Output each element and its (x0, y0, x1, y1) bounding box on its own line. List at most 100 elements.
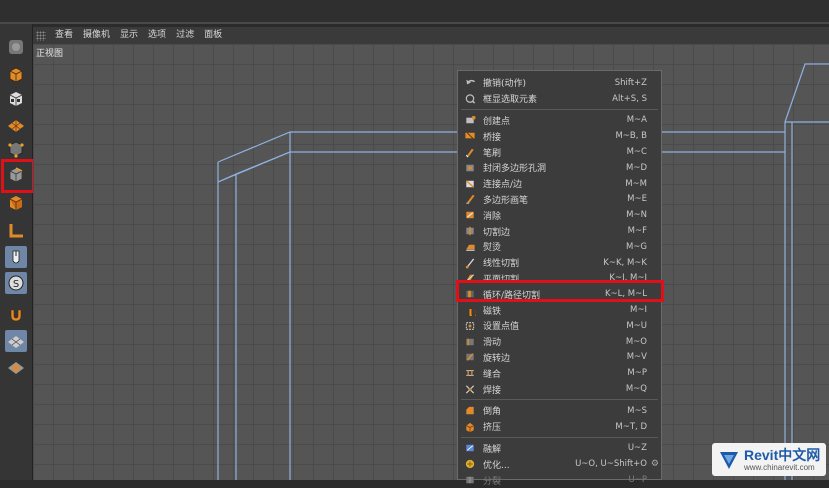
wireframe-model (217, 63, 829, 480)
menu-item-bevel[interactable]: 倒角 M~S (459, 403, 661, 419)
menu-item-label: 缝合 (483, 369, 502, 380)
menu-item-edge-cut[interactable]: 切割边 M~F (459, 223, 661, 239)
iron-icon (463, 240, 477, 253)
menu-item-undo[interactable]: 撤销(动作) Shift+Z (459, 75, 661, 91)
viewport-menu-item[interactable]: 查看 (50, 27, 78, 44)
toolbar-header-icon[interactable] (5, 36, 27, 58)
menu-item-label: 框显选取元素 (483, 95, 538, 106)
polygon-mode-icon[interactable] (5, 192, 27, 214)
menu-item-extrude[interactable]: 挤压 M~T, D (459, 419, 661, 435)
weld-icon (463, 383, 477, 396)
menu-item-shortcut: M~N (626, 210, 647, 221)
menu-item-label: 优化... (483, 460, 510, 471)
menu-item-shortcut: M~D (625, 162, 647, 173)
menu-item-shortcut: M~O (625, 336, 647, 347)
loop-cut-highlight (456, 280, 664, 302)
viewport-menu-item[interactable]: 过滤 (171, 27, 199, 44)
menu-item-optimize[interactable]: 优化... U~O, U~Shift+O ⚙ (459, 456, 661, 472)
menu-item-shortcut: M~Q (625, 384, 647, 395)
viewport[interactable]: 正视图 (33, 44, 829, 480)
menu-item-shortcut: Shift+Z (614, 77, 647, 88)
menu-item-shortcut: M~V (626, 352, 647, 363)
menu-item-shortcut: M~G (625, 241, 647, 252)
connect-icon (463, 177, 477, 190)
menu-item-magnet[interactable]: 磁铁 M~I (459, 302, 661, 318)
menu-item-shortcut: U~Z (627, 443, 647, 454)
menu-separator (461, 399, 658, 400)
viewport-menu-item[interactable]: 面板 (199, 27, 227, 44)
viewport-menu-item[interactable]: 选项 (143, 27, 171, 44)
model-mode-icon[interactable] (5, 64, 27, 86)
menu-item-connect[interactable]: 连接点/边 M~M (459, 176, 661, 192)
menu-item-dissolve[interactable]: 消除 M~N (459, 207, 661, 223)
texture-mode-icon[interactable] (5, 114, 27, 136)
bridge-icon (463, 130, 477, 143)
spin-edge-icon (463, 351, 477, 364)
menu-item-line-cut[interactable]: 线性切割 K~K, M~K (459, 255, 661, 271)
menu-item-shortcut: K~K, M~K (603, 257, 647, 268)
gear-icon[interactable]: ⚙ (651, 459, 659, 469)
magnet-icon (463, 304, 477, 317)
viewport-menu-item[interactable]: 摄像机 (78, 27, 115, 44)
watermark-brand: Revit中文网 (744, 446, 821, 463)
menu-item-label: 多边形画笔 (483, 195, 529, 206)
tweak-mode-icon[interactable] (5, 246, 27, 268)
menu-item-label: 笔刷 (483, 148, 502, 159)
top-strip (0, 0, 829, 23)
menu-item-label: 封闭多边形孔洞 (483, 164, 547, 175)
point-mode-icon[interactable] (5, 138, 27, 160)
menu-item-shortcut: M~A (626, 115, 647, 126)
menu-item-weld[interactable]: 焊接 M~Q (459, 381, 661, 397)
menu-item-brush[interactable]: 笔刷 M~C (459, 144, 661, 160)
menu-separator (461, 108, 658, 110)
object-mode-icon[interactable] (5, 88, 27, 110)
undo-icon (463, 76, 477, 89)
snap-icon[interactable]: S (5, 272, 27, 294)
menu-item-bridge[interactable]: 桥接 M~B, B (459, 128, 661, 144)
menu-item-label: 倒角 (483, 407, 502, 418)
set-point-value-icon (463, 319, 477, 332)
menu-item-label: 线性切割 (483, 259, 520, 270)
grip-icon[interactable] (36, 30, 46, 41)
menu-item-create-point[interactable]: 创建点 M~A (459, 113, 661, 129)
menu-item-spin-edge[interactable]: 旋转边 M~V (459, 350, 661, 366)
watermark-url: www.chinarevit.com (744, 462, 815, 472)
left-toolbar: S (0, 24, 33, 480)
context-menu: 撤销(动作) Shift+Z 框显选取元素 Alt+S, S 创建点 M~A 桥接 M~B, … (457, 70, 662, 487)
menu-item-split[interactable]: 分裂 U~P (459, 472, 661, 488)
menu-item-iron[interactable]: 熨烫 M~G (459, 239, 661, 255)
axis-icon[interactable] (5, 220, 27, 242)
slide-icon (463, 335, 477, 348)
menu-item-set-point-value[interactable]: 设置点值 M~U (459, 318, 661, 334)
melt-icon (463, 442, 477, 455)
lock-workplane-icon[interactable] (5, 356, 27, 378)
frame-selection-icon (463, 92, 477, 105)
line-cut-icon (463, 256, 477, 269)
menu-item-label: 挤压 (483, 423, 502, 434)
menu-item-slide[interactable]: 滑动 M~O (459, 334, 661, 350)
menu-item-label: 创建点 (483, 116, 511, 127)
menu-item-melt[interactable]: 融解 U~Z (459, 441, 661, 457)
magnet-icon[interactable] (5, 304, 27, 326)
viewport-menu-item[interactable]: 显示 (115, 27, 143, 44)
menu-item-label: 切割边 (483, 227, 511, 238)
menu-separator (461, 436, 658, 438)
menu-item-label: 旋转边 (483, 353, 511, 364)
menu-item-label: 分裂 (483, 476, 502, 487)
menu-item-label: 设置点值 (483, 322, 520, 333)
menu-item-stitch[interactable]: 缝合 M~P (459, 365, 661, 381)
menu-item-close-hole[interactable]: 封闭多边形孔洞 M~D (459, 160, 661, 176)
menu-item-polygon-pen[interactable]: 多边形画笔 M~E (459, 192, 661, 208)
workplane-icon[interactable] (5, 330, 27, 352)
menu-item-shortcut: M~E (627, 194, 647, 205)
watermark: Revit中文网 www.chinarevit.com (712, 443, 826, 476)
menu-item-frame-selection[interactable]: 框显选取元素 Alt+S, S (459, 91, 661, 107)
split-icon (463, 474, 477, 487)
menu-item-shortcut: M~F (627, 226, 647, 237)
dissolve-icon (463, 209, 477, 222)
top-divider (0, 22, 829, 24)
menu-item-shortcut: U~O, U~Shift+O (575, 459, 647, 470)
menu-item-shortcut: M~U (626, 320, 647, 331)
menu-item-shortcut: Alt+S, S (612, 93, 647, 104)
menu-item-label: 熨烫 (483, 243, 502, 254)
